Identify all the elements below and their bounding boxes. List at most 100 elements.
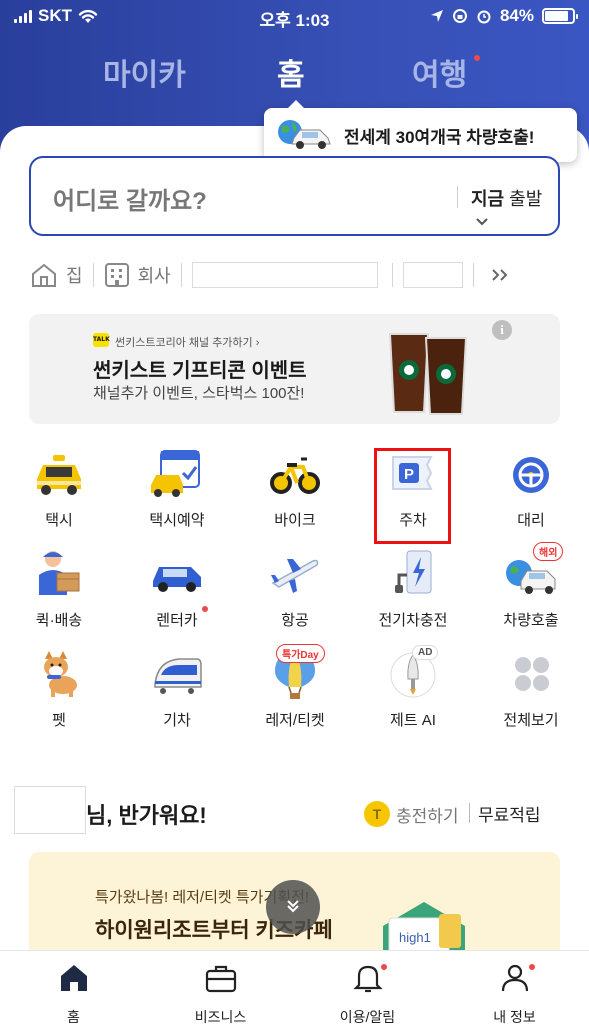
service-label: 차량호출 — [503, 612, 559, 629]
battery-percent: 84% — [499, 6, 534, 25]
shortcut-divider — [92, 263, 94, 287]
shortcut-work-label: 회사 — [137, 266, 171, 286]
pet-icon — [44, 651, 77, 697]
shortcut-home-label: 집 — [66, 266, 83, 286]
more-chevron-icon[interactable] — [490, 268, 510, 282]
destination-search[interactable]: 어디로 갈까요? 지금 출발 — [29, 156, 560, 236]
nav-my-info[interactable]: 내 정보 — [441, 961, 588, 1027]
service-airplane[interactable]: 항공 — [236, 545, 354, 630]
service-label: 택시 — [45, 512, 73, 529]
bell-icon — [352, 965, 383, 993]
service-label: 레저/티켓 — [265, 712, 325, 729]
banner-channel-link: 썬키스트코리아 채널 추가하기 › — [115, 337, 260, 349]
designated-driver-icon — [513, 457, 549, 493]
free-points-button[interactable]: 무료적립 — [469, 801, 541, 826]
alarm-icon — [477, 10, 491, 24]
service-taxi-reservation[interactable]: 택시예약 — [118, 445, 236, 530]
my-info-badge-dot — [529, 964, 535, 970]
nav-label: 비즈니스 — [194, 1009, 247, 1025]
bottom-navigation: 홈 비즈니스 이용/알림 내 정보 — [0, 950, 589, 1029]
nav-notifications[interactable]: 이용/알림 — [294, 961, 441, 1027]
info-icon[interactable]: i — [492, 320, 512, 340]
event-banner[interactable]: TALK 썬키스트코리아 채널 추가하기 › 썬키스트 기프티콘 이벤트 채널추… — [29, 314, 560, 424]
scroll-down-button[interactable] — [266, 880, 320, 934]
travel-badge-dot — [474, 55, 480, 61]
rental-car-badge-dot — [202, 606, 208, 612]
service-pet[interactable]: 펫 — [0, 645, 118, 730]
coin-icon: T — [364, 801, 390, 827]
service-label: 퀵·배송 — [35, 612, 83, 629]
ev-charger-icon — [395, 550, 432, 594]
home-filled-icon — [60, 965, 87, 991]
battery-fill — [545, 11, 568, 21]
search-divider — [457, 186, 458, 208]
service-delivery[interactable]: 퀵·배송 — [0, 545, 118, 630]
rental-car-icon — [153, 567, 201, 592]
lock-rotation-icon — [452, 9, 467, 23]
overseas-tag: 해외 — [533, 542, 564, 561]
service-view-all[interactable]: 전체보기 — [472, 645, 589, 730]
home-icon — [32, 263, 56, 287]
service-label: 항공 — [281, 612, 309, 629]
delivery-icon — [39, 551, 80, 595]
nav-label: 이용/알림 — [339, 1009, 396, 1025]
service-label: 전체보기 — [503, 712, 559, 729]
double-chevron-down-icon — [287, 900, 299, 913]
nav-business[interactable]: 비즈니스 — [147, 961, 294, 1027]
nav-label: 홈 — [67, 1009, 80, 1025]
shortcut-divider — [180, 263, 182, 287]
service-label: 대리 — [517, 512, 545, 529]
tooltip-text: 전세계 30여개국 차량호출! — [344, 127, 535, 147]
service-label: 제트 AI — [390, 712, 436, 729]
shortcut-divider — [472, 263, 474, 287]
depart-time-label: 출발 — [509, 189, 543, 209]
banner-title: 썬키스트 기프티콘 이벤트 — [93, 360, 307, 382]
service-label: 바이크 — [274, 512, 316, 529]
nav-home[interactable]: 홈 — [0, 961, 147, 1027]
service-label: 택시예약 — [149, 512, 205, 529]
battery-icon — [542, 8, 578, 24]
depart-time-selector[interactable]: 지금 출발 — [471, 185, 558, 232]
global-ride-tooltip[interactable]: 전세계 30여개국 차량호출! — [264, 100, 577, 162]
depart-time-bold: 지금 — [471, 189, 505, 209]
shortcut-divider — [391, 263, 393, 287]
chevron-down-icon — [476, 218, 488, 226]
bike-icon — [270, 457, 320, 494]
service-designated-driver[interactable]: 대리 — [472, 445, 589, 530]
greeting-text: 님, 반가워요! — [86, 803, 207, 828]
service-ev-charger[interactable]: 전기차충전 — [354, 545, 472, 630]
service-taxi[interactable]: 택시 — [0, 445, 118, 530]
tab-travel[interactable]: 여행 — [412, 50, 467, 94]
grid-icon — [515, 657, 549, 691]
notification-badge-dot — [381, 964, 387, 970]
shortcut-slot[interactable] — [191, 262, 378, 288]
status-bar: SKT 오후 1:03 84% — [0, 0, 589, 32]
banner-description: 채널추가 이벤트, 스타벅스 100잔! — [93, 385, 305, 402]
user-name-box — [14, 786, 86, 834]
shortcut-home[interactable]: 집 — [30, 262, 83, 288]
service-rental-car[interactable]: 렌터카 — [118, 545, 236, 630]
search-placeholder: 어디로 갈까요? — [53, 188, 207, 215]
service-label: 기차 — [163, 712, 191, 729]
taxi-reservation-icon — [151, 450, 200, 497]
service-bike[interactable]: 바이크 — [236, 445, 354, 530]
parking-highlight — [374, 448, 451, 544]
service-train[interactable]: 기차 — [118, 645, 236, 730]
shortcut-work[interactable]: 회사 — [104, 262, 171, 288]
tab-mycar[interactable]: 마이카 — [103, 50, 186, 94]
taxi-icon — [37, 455, 81, 495]
nav-label: 내 정보 — [493, 1009, 536, 1025]
service-global-car[interactable]: 차량호출 — [472, 545, 589, 630]
promo-brand-text: high1 — [399, 930, 431, 945]
location-icon — [430, 10, 443, 22]
tab-home[interactable]: 홈 — [277, 50, 305, 94]
airplane-icon — [271, 559, 319, 593]
special-day-tag: 특가Day — [276, 644, 325, 663]
train-icon — [154, 658, 202, 694]
ad-tag: AD — [412, 645, 439, 660]
favorite-places: 집 회사 — [30, 257, 560, 293]
service-jet-ai[interactable]: 제트 AI — [354, 645, 472, 730]
shortcut-slot[interactable] — [402, 262, 463, 288]
charge-button[interactable]: T 충전하기 — [364, 801, 459, 827]
service-label: 렌터카 — [156, 612, 198, 629]
